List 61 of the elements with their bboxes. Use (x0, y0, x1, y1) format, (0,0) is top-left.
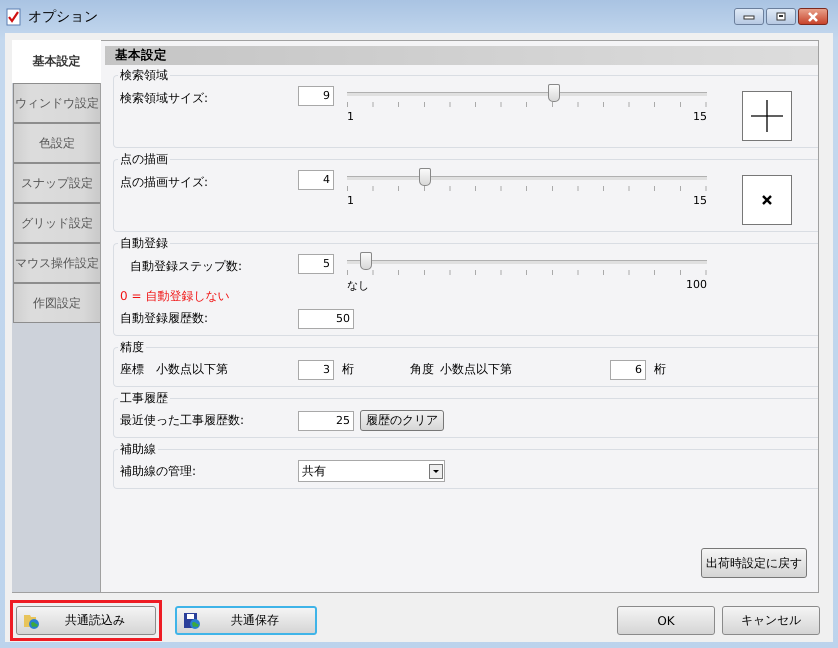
field-label: 小数点以下第 (156, 360, 229, 378)
number-field[interactable]: 6 (610, 360, 646, 380)
unit-label: 桁 (654, 360, 666, 378)
minimize-button[interactable] (734, 8, 764, 25)
min-label: なし (347, 278, 369, 293)
close-button[interactable] (798, 8, 828, 25)
minimize-icon (743, 14, 755, 20)
group-title: 点の描画 (119, 151, 169, 168)
ok-button[interactable]: OK (617, 606, 715, 635)
window-title: オプション (28, 8, 98, 26)
min-label: 1 (347, 194, 354, 207)
max-label: 15 (693, 194, 707, 207)
min-label: 1 (347, 110, 354, 123)
load-button[interactable]: 共通読込み (16, 606, 156, 635)
number-field[interactable]: 25 (298, 411, 354, 431)
clear-history-button[interactable]: 履歴のクリア (360, 410, 444, 430)
slider-thumb[interactable] (360, 252, 372, 270)
field-label: 角度 (410, 360, 435, 378)
slider-thumb[interactable] (548, 84, 560, 102)
group-title: 自動登録 (119, 235, 169, 252)
max-label: 15 (693, 110, 707, 123)
number-field[interactable]: 50 (298, 309, 354, 329)
dropdown[interactable]: 共有 (298, 460, 445, 482)
number-field[interactable]: 5 (298, 254, 334, 274)
group-title: 工事履歴 (119, 390, 169, 407)
field-label: 最近使った工事履歴数: (120, 412, 246, 428)
max-label: 100 (686, 278, 707, 293)
maximize-button[interactable] (766, 8, 796, 25)
group-title: 精度 (119, 339, 145, 356)
unit-label: 桁 (342, 360, 354, 378)
number-field[interactable]: 3 (298, 360, 334, 380)
field-label: 補助線の管理: (120, 462, 198, 480)
tab[interactable]: マウス操作設定 (13, 243, 100, 283)
tab[interactable]: 作図設定 (13, 283, 100, 323)
cancel-button[interactable]: キャンセル (722, 606, 820, 635)
save-button[interactable]: 共通保存 (175, 606, 317, 635)
field-label: 自動登録ステップ数: (129, 258, 244, 275)
group-title: 検索領域 (119, 67, 169, 84)
maximize-icon (775, 12, 787, 22)
slider-thumb[interactable] (419, 168, 432, 186)
floppy-globe-icon (183, 612, 201, 630)
group-title: 補助線 (119, 441, 157, 458)
x-mark-icon (762, 195, 772, 205)
tab[interactable]: スナップ設定 (13, 163, 100, 203)
tab[interactable]: 色設定 (13, 123, 100, 163)
field-label: 検索領域サイズ: (120, 90, 210, 107)
reset-defaults-button[interactable]: 出荷時設定に戻す (701, 548, 807, 578)
tab[interactable]: グリッド設定 (13, 203, 100, 243)
crosshair-icon (751, 100, 783, 132)
field-label: 座標 (120, 360, 145, 378)
number-field[interactable]: 4 (298, 170, 334, 190)
app-icon (6, 8, 22, 26)
field-label: 自動登録履歴数: (120, 310, 210, 326)
panel-title: 基本設定 (105, 46, 818, 65)
hint-text: 0 = 自動登録しない (120, 288, 230, 305)
tab[interactable]: ウィンドウ設定 (13, 83, 100, 123)
close-icon (806, 12, 820, 22)
field-label: 小数点以下第 (440, 360, 513, 378)
tab[interactable]: 基本設定 (12, 40, 101, 83)
number-field[interactable]: 9 (298, 86, 334, 106)
field-label: 点の描画サイズ: (120, 174, 210, 191)
